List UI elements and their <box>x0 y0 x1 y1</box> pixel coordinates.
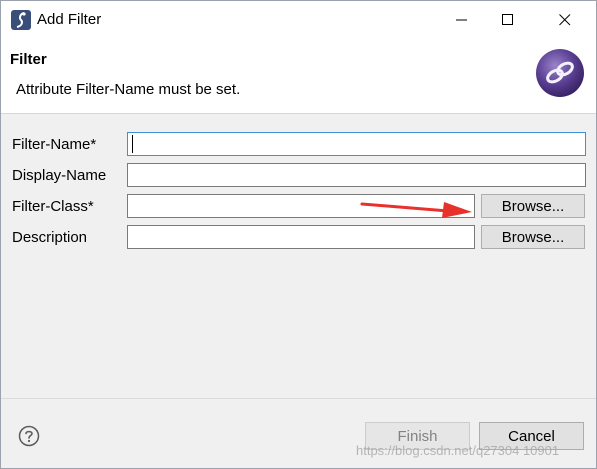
text-cursor <box>132 135 133 153</box>
help-icon[interactable] <box>18 425 40 447</box>
validation-message: Attribute Filter-Name must be set. <box>16 81 241 98</box>
maximize-button[interactable] <box>485 1 531 39</box>
display-name-input[interactable] <box>127 163 586 187</box>
footer-divider <box>1 398 596 399</box>
filter-class-label: Filter-Class* <box>12 198 94 215</box>
filter-name-input[interactable] <box>127 132 586 156</box>
red-arrow-annotation <box>360 202 472 218</box>
title-bar[interactable]: Add Filter <box>1 1 596 39</box>
description-browse-button[interactable]: Browse... <box>481 225 585 249</box>
app-icon <box>11 10 31 30</box>
window-title: Add Filter <box>37 11 102 28</box>
close-icon <box>559 14 571 26</box>
description-label: Description <box>12 229 88 246</box>
minimize-icon <box>456 19 467 21</box>
watermark: https://blog.csdn.net/q27304 10901 <box>356 443 560 458</box>
filter-class-browse-button[interactable]: Browse... <box>481 194 585 218</box>
close-button[interactable] <box>542 1 588 39</box>
maximize-icon <box>502 14 513 25</box>
wizard-header: Filter Attribute Filter-Name must be set… <box>1 39 596 114</box>
page-title: Filter <box>10 51 47 68</box>
description-input[interactable] <box>127 225 475 249</box>
add-filter-dialog: Add Filter Filter Attribute Filter-Name … <box>0 0 597 469</box>
display-name-label: Display-Name <box>12 167 107 184</box>
minimize-button[interactable] <box>439 1 485 39</box>
filter-name-label: Filter-Name* <box>12 136 97 153</box>
eclipse-wizard-icon <box>536 49 584 97</box>
